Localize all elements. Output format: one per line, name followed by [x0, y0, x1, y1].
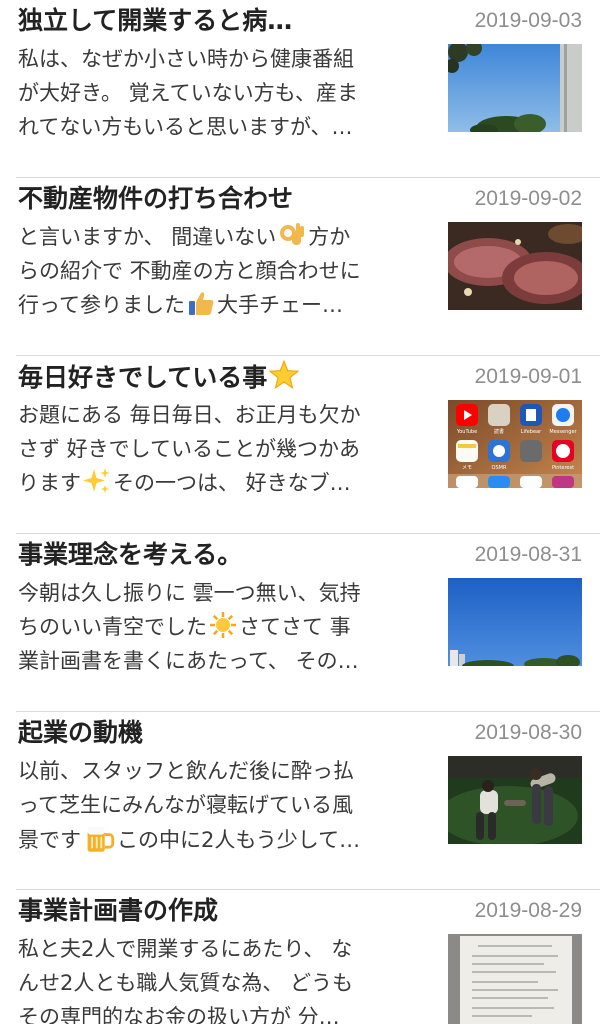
svg-text:YouTube: YouTube — [456, 429, 477, 435]
excerpt-line: さず 好きでしていることが幾つかあ — [18, 437, 361, 461]
post-excerpt: お題にある 毎日毎日、お正月も欠か さず 好きでしていることが幾つかあ りますそ… — [18, 398, 434, 500]
svg-text:メモ: メモ — [462, 465, 472, 471]
excerpt-line: んせ2人とも職人気質な為、 どうも — [18, 971, 354, 995]
post-item[interactable]: 事業計画書の作成 2019-08-29 私と夫2人で開業するにあたり、 な んせ… — [0, 890, 600, 1024]
post-date: 2019-08-29 — [474, 899, 582, 922]
glowing-star-icon — [269, 360, 300, 390]
excerpt-line: れてない方もいると思いますが、… — [18, 115, 353, 139]
svg-text:Lifebear: Lifebear — [521, 429, 542, 435]
excerpt-line: 私と夫2人で開業するにあたり、 な — [18, 937, 353, 961]
post-thumbnail[interactable] — [448, 44, 582, 132]
post-excerpt: 私と夫2人で開業するにあたり、 な んせ2人とも職人気質な為、 どうも その専門… — [18, 932, 434, 1024]
post-thumbnail[interactable] — [448, 934, 582, 1024]
post-title[interactable]: 事業理念を考える。 — [18, 538, 428, 572]
post-excerpt: 以前、スタッフと飲んだ後に酔っ払 って芝生にみんなが寝転げている風 景です この中… — [18, 754, 434, 856]
svg-text:OSMR: OSMR — [492, 465, 507, 471]
ok-hand-icon — [280, 223, 305, 245]
post-thumbnail[interactable] — [448, 222, 582, 310]
post-title[interactable]: 毎日好きでしている事 — [18, 360, 428, 395]
excerpt-line: 今朝は久し振りに 雲一つ無い、気持 — [18, 581, 361, 605]
post-date: 2019-08-31 — [474, 543, 582, 566]
svg-text:読書: 読書 — [494, 428, 504, 435]
beer-mug-icon — [87, 826, 115, 852]
excerpt-line: ります その一つは、 好きなブ… — [18, 466, 434, 500]
excerpt-line: が大好き。 覚えていない方も、産ま — [18, 81, 358, 105]
post-thumbnail[interactable] — [448, 756, 582, 844]
excerpt-line: 景です この中に2人もう少して… — [18, 822, 434, 856]
svg-text:Messenger: Messenger — [549, 429, 577, 435]
post-date: 2019-09-01 — [474, 365, 582, 388]
blog-post-list: 独立して開業すると病… 2019-09-03 私は、なぜか小さい時から健康番組 … — [0, 0, 600, 1024]
excerpt-line: ちのいい青空でした さてさて 事 — [18, 610, 434, 644]
excerpt-line: 業計画書を書くにあたって、 その… — [18, 649, 359, 673]
post-excerpt: と言いますか、 間違いない 方か らの紹介で 不動産の方と顔合わせに 行って参りま… — [18, 220, 434, 322]
sun-icon — [210, 612, 236, 638]
thumbs-up-icon — [188, 292, 214, 315]
svg-text:Pinterest: Pinterest — [552, 465, 574, 471]
post-item[interactable]: 独立して開業すると病… 2019-09-03 私は、なぜか小さい時から健康番組 … — [0, 0, 600, 178]
excerpt-line: と言いますか、 間違いない 方か — [18, 220, 434, 254]
post-title[interactable]: 事業計画書の作成 — [18, 894, 428, 928]
excerpt-line: お題にある 毎日毎日、お正月も欠か — [18, 403, 361, 427]
post-title[interactable]: 独立して開業すると病… — [18, 4, 428, 38]
post-item[interactable]: 不動産物件の打ち合わせ 2019-09-02 と言いますか、 間違いない 方か ら… — [0, 178, 600, 356]
excerpt-line: その専門的なお金の扱い方が 分… — [18, 1005, 340, 1024]
excerpt-line: 私は、なぜか小さい時から健康番組 — [18, 47, 354, 71]
post-date: 2019-09-03 — [474, 9, 582, 32]
post-date: 2019-08-30 — [474, 721, 582, 744]
post-title[interactable]: 不動産物件の打ち合わせ — [18, 182, 428, 216]
post-thumbnail[interactable]: YouTube 読書 Lifebear Messenger メモ OSMR Pi… — [448, 400, 582, 488]
post-item[interactable]: 事業理念を考える。 2019-08-31 今朝は久し振りに 雲一つ無い、気持 ち… — [0, 534, 600, 712]
post-date: 2019-09-02 — [474, 187, 582, 210]
excerpt-line: って芝生にみんなが寝転げている風 — [18, 793, 353, 817]
excerpt-line: 行って参りました 大手チェー… — [18, 288, 434, 322]
post-excerpt: 今朝は久し振りに 雲一つ無い、気持 ちのいい青空でした さてさて 事 業計画書を書… — [18, 576, 434, 678]
excerpt-line: 以前、スタッフと飲んだ後に酔っ払 — [18, 759, 354, 783]
sparkles-icon — [83, 468, 110, 493]
post-excerpt: 私は、なぜか小さい時から健康番組 が大好き。 覚えていない方も、産ま れてない方… — [18, 42, 434, 144]
post-item[interactable]: 毎日好きでしている事 2019-09-01 お題にある 毎日毎日、お正月も欠か … — [0, 356, 600, 534]
post-title[interactable]: 起業の動機 — [18, 716, 428, 750]
post-item[interactable]: 起業の動機 2019-08-30 以前、スタッフと飲んだ後に酔っ払 って芝生にみ… — [0, 712, 600, 890]
post-thumbnail[interactable] — [448, 578, 582, 666]
excerpt-line: らの紹介で 不動産の方と顔合わせに — [18, 259, 361, 283]
